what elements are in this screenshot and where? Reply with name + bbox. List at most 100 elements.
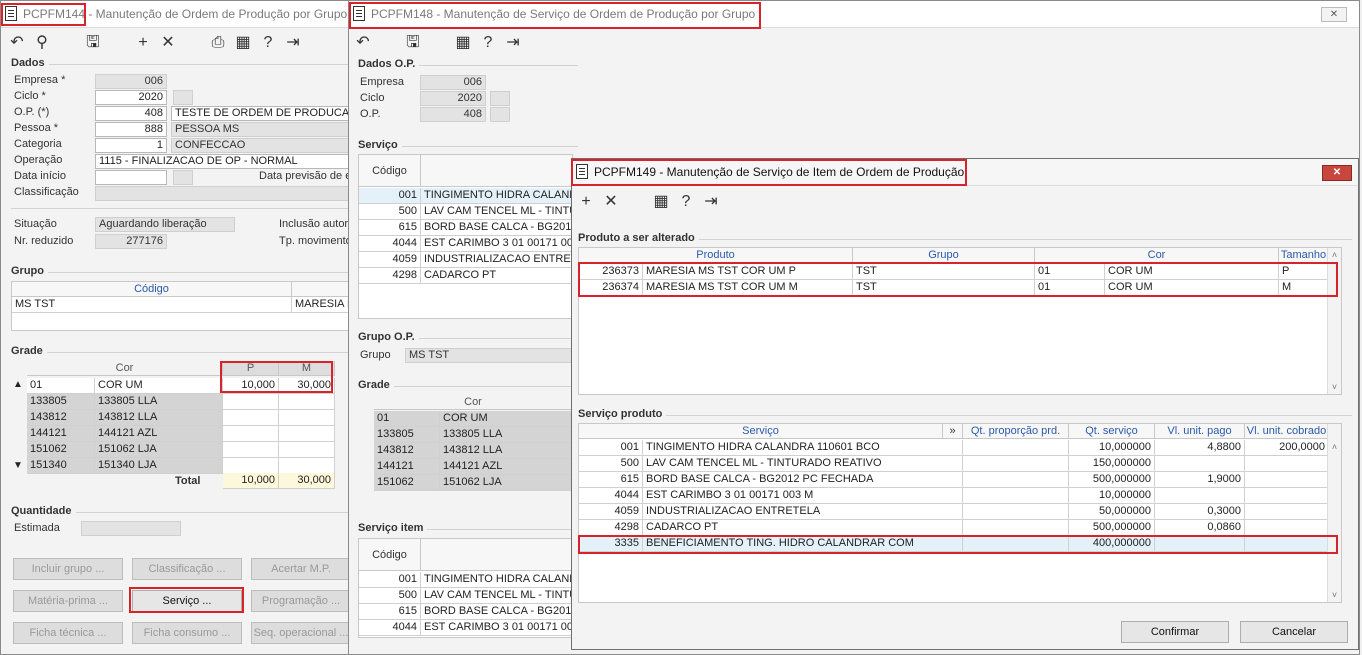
servico-cell[interactable]: 4,8800 xyxy=(1155,440,1245,456)
grade-row-code[interactable]: 01 xyxy=(374,411,440,427)
produto-cell[interactable]: COR UM xyxy=(1105,280,1279,296)
cancelar-button[interactable]: Cancelar xyxy=(1240,621,1348,643)
delete-icon[interactable]: ✕ xyxy=(158,33,178,53)
grade-row-code[interactable]: 144121 xyxy=(27,426,95,442)
grade-row-desc[interactable]: COR UM xyxy=(95,378,223,394)
ciclo-lookup-button[interactable] xyxy=(173,90,193,105)
exit-icon[interactable]: ⇥ xyxy=(701,192,721,212)
produto-cell[interactable]: 236374 xyxy=(579,280,643,296)
col-descricao[interactable] xyxy=(292,282,350,297)
servico-cell[interactable] xyxy=(1245,488,1329,504)
grade-row-p[interactable] xyxy=(223,458,279,474)
grade-row-desc[interactable]: 151062 LJA xyxy=(95,442,223,458)
servico-cell[interactable]: 50,000000 xyxy=(1069,504,1155,520)
servico-cell[interactable]: LAV CAM TENCEL ML - TINTURADO REATIVO xyxy=(643,456,963,472)
col-cor[interactable]: Cor xyxy=(27,361,223,376)
col-descricao[interactable] xyxy=(421,539,572,571)
grade-row-code[interactable]: 151062 xyxy=(374,475,440,491)
servico-row-code[interactable]: 4044 xyxy=(359,236,421,252)
close-button[interactable]: ✕ xyxy=(1322,165,1352,181)
col-codigo[interactable]: Código xyxy=(359,155,421,187)
scroll-down-icon[interactable]: ▼ xyxy=(13,460,23,471)
grade-grid[interactable]: Cor 01 COR UM 133805 133805 LLA 143812 143812… xyxy=(358,395,573,493)
servico-item-row-desc[interactable]: LAV CAM TENCEL ML - TINTUR xyxy=(421,588,572,604)
save-icon[interactable]: 🖫 xyxy=(83,33,103,53)
grade-row-m[interactable] xyxy=(279,410,335,426)
grade-row-p[interactable] xyxy=(223,442,279,458)
servico-produto-grid[interactable]: Serviço» Qt. proporção prd. Qt. serviço Vl.… xyxy=(578,423,1342,603)
produto-cell[interactable]: TST xyxy=(853,280,1035,296)
servico-row-desc[interactable]: CADARCO PT xyxy=(421,268,572,284)
programacao-button[interactable]: Programação ... xyxy=(251,590,351,612)
grade-row-code[interactable]: 143812 xyxy=(374,443,440,459)
help-icon[interactable]: ? xyxy=(478,33,498,53)
servico-cell[interactable]: 0,3000 xyxy=(1155,504,1245,520)
acertar-mp-button[interactable]: Acertar M.P. xyxy=(251,558,351,580)
servico-cell[interactable] xyxy=(963,488,1069,504)
servico-row-code[interactable]: 500 xyxy=(359,204,421,220)
confirmar-button[interactable]: Confirmar xyxy=(1121,621,1229,643)
data-inicio-field[interactable] xyxy=(95,170,167,185)
delete-icon[interactable]: ✕ xyxy=(601,192,621,212)
add-icon[interactable]: + xyxy=(576,192,596,212)
servico-col-4[interactable]: Vl. unit. pago xyxy=(1155,424,1245,439)
col-codigo[interactable]: Código xyxy=(12,282,292,297)
servico-cell[interactable]: INDUSTRIALIZACAO ENTRETELA xyxy=(643,504,963,520)
search-icon[interactable]: ⚲ xyxy=(32,33,52,53)
col-codigo[interactable]: Código xyxy=(359,539,421,571)
servico-item-row-code[interactable]: 500 xyxy=(359,588,421,604)
servico-item-row-code[interactable]: 001 xyxy=(359,572,421,588)
col-cor[interactable]: Cor xyxy=(374,395,573,410)
grupo-grid[interactable]: Código MS TST MARESIA M xyxy=(11,281,351,331)
col-descricao[interactable] xyxy=(421,155,572,187)
servico-row-desc[interactable]: TINGIMENTO HIDRA CALANDRA xyxy=(421,188,572,204)
op-lookup-button[interactable] xyxy=(490,107,510,122)
servico-cell[interactable] xyxy=(963,440,1069,456)
grade-row-p[interactable] xyxy=(223,410,279,426)
servico-row-code[interactable]: 4298 xyxy=(359,268,421,284)
servico-cell[interactable]: BENEFICIAMENTO TING. HIDRO CALANDRAR COM xyxy=(643,536,963,552)
grade-row-desc[interactable]: 151340 LJA xyxy=(95,458,223,474)
scroll-up-icon[interactable]: ▲ xyxy=(13,379,23,390)
servico-cell[interactable] xyxy=(963,520,1069,536)
produto-cell[interactable]: 236373 xyxy=(579,264,643,280)
classificacao-button[interactable]: Classificação ... xyxy=(132,558,242,580)
ciclo-field[interactable]: 2020 xyxy=(95,90,167,105)
servico-cell[interactable]: EST CARIMBO 3 01 00171 003 M xyxy=(643,488,963,504)
grade-row-code[interactable]: 143812 xyxy=(27,410,95,426)
produto-col-2[interactable]: Cor xyxy=(1035,248,1279,263)
grade-row-m[interactable] xyxy=(279,426,335,442)
servico-cell[interactable] xyxy=(963,456,1069,472)
col-m[interactable]: M xyxy=(279,361,335,376)
grade-row-p[interactable] xyxy=(223,394,279,410)
servico-item-row-code[interactable]: 615 xyxy=(359,604,421,620)
servico-cell[interactable]: BORD BASE CALCA - BG2012 PC FECHADA xyxy=(643,472,963,488)
grade-row-p[interactable] xyxy=(223,426,279,442)
produto-col-0[interactable]: Produto xyxy=(579,248,853,263)
calendar-icon[interactable]: ▦ xyxy=(233,33,253,53)
grade-row-code[interactable]: 01 xyxy=(27,378,95,394)
op-description[interactable]: TESTE DE ORDEM DE PRODUCAO xyxy=(171,106,351,121)
servico-cell[interactable] xyxy=(963,504,1069,520)
produto-scrollbar[interactable]: ˄ ˅ xyxy=(1327,248,1341,394)
servico-row-desc[interactable]: LAV CAM TENCEL ML - TINTUR xyxy=(421,204,572,220)
help-icon[interactable]: ? xyxy=(258,33,278,53)
data-inicio-picker[interactable] xyxy=(173,170,193,185)
servico-cell[interactable]: 150,000000 xyxy=(1069,456,1155,472)
servico-cell[interactable] xyxy=(1245,472,1329,488)
grade-row-m[interactable] xyxy=(279,394,335,410)
servico-item-row-desc[interactable]: EST CARIMBO 3 01 00171 003 xyxy=(421,620,572,636)
pessoa-field[interactable]: 888 xyxy=(95,122,167,137)
servico-cell[interactable]: 500,000000 xyxy=(1069,472,1155,488)
servico-cell[interactable] xyxy=(1155,456,1245,472)
servico-item-grid[interactable]: Código 001TINGIMENTO HIDRA CALANDRA500LA… xyxy=(358,538,573,638)
col-p[interactable]: P xyxy=(223,361,279,376)
grade-row-code[interactable]: 133805 xyxy=(27,394,95,410)
ficha-consumo-button[interactable]: Ficha consumo ... xyxy=(132,622,242,644)
servico-cell[interactable] xyxy=(1245,504,1329,520)
produto-cell[interactable]: COR UM xyxy=(1105,264,1279,280)
calendar-icon[interactable]: ▦ xyxy=(453,33,473,53)
scroll-up-icon[interactable]: ˄ xyxy=(1328,442,1341,452)
servico-cell[interactable]: 0,0860 xyxy=(1155,520,1245,536)
servico-cell[interactable]: 4059 xyxy=(579,504,643,520)
